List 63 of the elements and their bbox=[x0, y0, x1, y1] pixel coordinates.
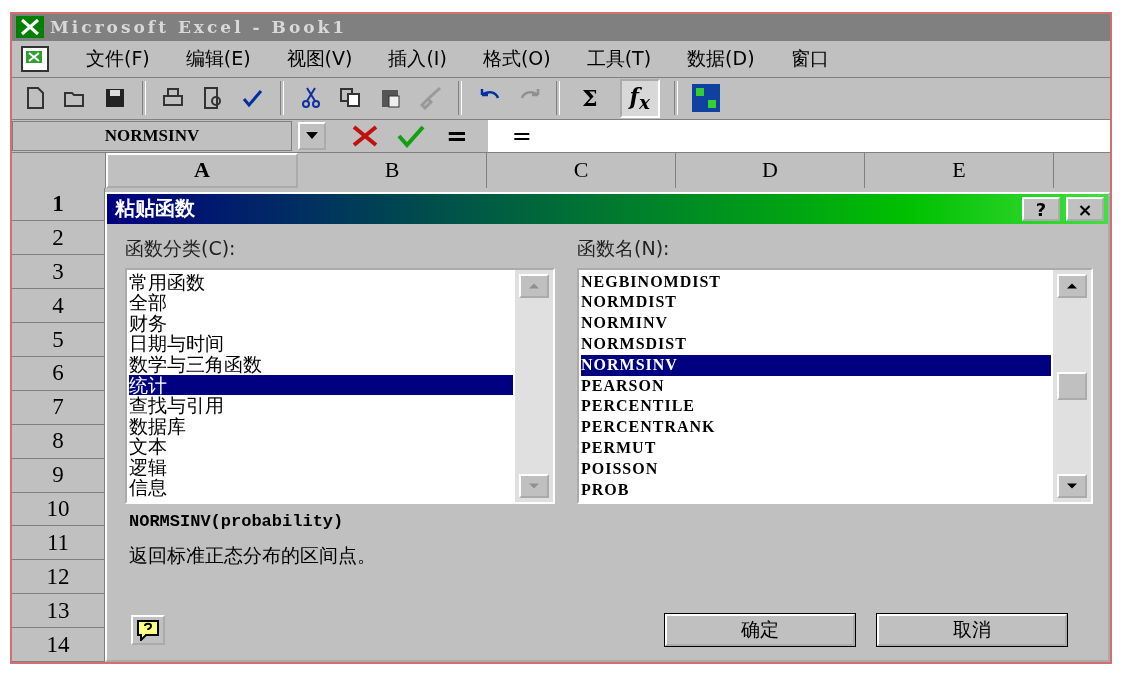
checkmark-icon[interactable] bbox=[396, 124, 426, 149]
speech-bubble-icon bbox=[136, 619, 160, 641]
window-title: Microsoft Excel - Book1 bbox=[50, 17, 348, 38]
column-header[interactable]: B bbox=[298, 153, 487, 188]
function-item[interactable]: PERCENTILE bbox=[581, 396, 1051, 418]
cancel-icon[interactable] bbox=[350, 124, 380, 149]
equals-button[interactable]: = bbox=[446, 121, 468, 152]
category-item[interactable]: 常用函数 bbox=[129, 271, 513, 293]
function-item[interactable]: PROB bbox=[581, 479, 1051, 501]
function-item[interactable]: NORMINV bbox=[581, 313, 1051, 334]
category-item[interactable]: 文本 bbox=[129, 436, 513, 457]
caret-icon bbox=[306, 132, 318, 141]
category-item[interactable]: 日期与时间 bbox=[129, 333, 513, 354]
function-item[interactable]: NEGBINOMDIST bbox=[581, 271, 1051, 293]
category-item[interactable]: 统计 bbox=[129, 374, 513, 396]
category-item[interactable]: 逻辑 bbox=[129, 456, 513, 478]
function-name-label: 函数名(N): bbox=[577, 235, 671, 261]
dropdown-button[interactable] bbox=[298, 122, 326, 151]
function-item[interactable]: NORMSINV bbox=[581, 354, 1051, 376]
function-item[interactable]: POISSON bbox=[581, 458, 1051, 480]
function-item[interactable]: PEARSON bbox=[581, 375, 1051, 397]
help-button[interactable]: ? bbox=[1022, 196, 1060, 221]
category-item[interactable]: 财务 bbox=[129, 312, 513, 334]
spreadsheet-icon bbox=[16, 16, 44, 39]
autosum-button[interactable]: Σ bbox=[574, 83, 606, 114]
chart-icon[interactable] bbox=[691, 84, 720, 113]
function-description: 返回标准正态分布的区间点。 bbox=[128, 542, 377, 568]
cancel-button[interactable]: 取消 bbox=[877, 614, 1067, 646]
category-item[interactable]: 数据库 bbox=[129, 415, 513, 437]
category-label: 函数分类(C): bbox=[125, 235, 237, 261]
menu-item[interactable]: 工具(T) bbox=[586, 45, 652, 72]
menu-item[interactable]: 格式(O) bbox=[482, 45, 551, 72]
menu-item[interactable]: 文件(F) bbox=[86, 45, 150, 72]
function-signature: NORMSINV(probability) bbox=[128, 510, 345, 531]
column-header[interactable]: D bbox=[676, 153, 865, 188]
workbook-icon[interactable] bbox=[20, 44, 50, 73]
column-header[interactable]: C bbox=[487, 153, 676, 188]
help-button[interactable] bbox=[131, 615, 165, 645]
scroll-thumb[interactable] bbox=[1057, 371, 1087, 400]
column-header[interactable]: E bbox=[865, 153, 1054, 188]
function-item[interactable]: NORMDIST bbox=[581, 292, 1051, 314]
menu-item[interactable]: 窗口 bbox=[790, 45, 829, 72]
category-item[interactable]: 查找与引用 bbox=[129, 395, 513, 416]
menu-item[interactable]: 视图(V) bbox=[286, 45, 353, 72]
category-item[interactable]: 数学与三角函数 bbox=[129, 353, 513, 375]
column-header[interactable]: A bbox=[106, 153, 298, 188]
function-item[interactable]: PERMUT bbox=[581, 437, 1051, 459]
menu-item[interactable]: 插入(I) bbox=[388, 45, 447, 72]
function-item[interactable]: PERCENTRANK bbox=[581, 417, 1051, 438]
ok-button[interactable]: 确定 bbox=[665, 614, 855, 646]
menu-item[interactable]: 编辑(E) bbox=[185, 45, 251, 72]
scrollbar[interactable] bbox=[1053, 269, 1091, 502]
close-button[interactable]: × bbox=[1066, 196, 1104, 221]
category-item[interactable]: 全部 bbox=[129, 292, 513, 313]
scroll-down-button[interactable] bbox=[1057, 473, 1087, 498]
scroll-up-button[interactable] bbox=[1057, 273, 1087, 298]
function-button[interactable]: f$_{x}$ bbox=[619, 79, 660, 118]
dialog-title: 粘贴函数 bbox=[115, 195, 195, 223]
name-box[interactable]: NORMSINV bbox=[12, 121, 292, 152]
menu-item[interactable]: 数据(D) bbox=[687, 45, 755, 72]
formula-input[interactable]: = bbox=[487, 120, 1110, 153]
function-item[interactable]: NORMSDIST bbox=[581, 333, 1051, 355]
category-item[interactable]: 信息 bbox=[129, 477, 513, 499]
